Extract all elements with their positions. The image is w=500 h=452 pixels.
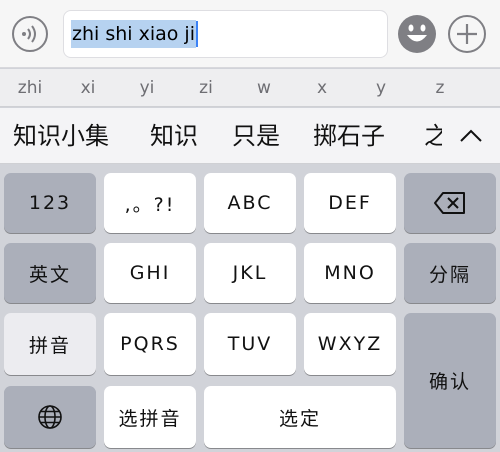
select-pinyin-key-label: 选拼音 <box>118 407 182 430</box>
wxyz-key-label: WXYZ <box>317 333 383 355</box>
numbers-key[interactable]: 123 <box>4 173 96 233</box>
pinyin-option[interactable]: y <box>361 69 401 107</box>
message-input[interactable]: zhi shi xiao ji <box>63 10 388 58</box>
english-key[interactable]: 英文 <box>4 243 96 303</box>
mno-key-label: MNO <box>324 262 376 284</box>
voice-wave-icon <box>22 25 36 43</box>
confirm-key-label: 确认 <box>428 371 471 393</box>
pqrs-key[interactable]: PQRS <box>104 313 196 375</box>
candidate-word[interactable]: 知识小集 <box>13 108 109 163</box>
input-bar: zhi shi xiao ji <box>0 0 500 68</box>
delete-key[interactable] <box>404 173 496 233</box>
pinyin-key-label: 拼音 <box>28 334 71 357</box>
ghi-key[interactable]: GHI <box>104 243 196 303</box>
punctuation-key-label: ,。?! <box>124 193 176 216</box>
chevron-up-icon <box>460 129 482 142</box>
pinyin-option[interactable]: z <box>420 69 460 107</box>
confirm-key[interactable]: 确认 <box>404 313 496 448</box>
candidate-bar: 知识小集 知识 只是 掷石子 之 <box>0 108 500 164</box>
numbers-key-label: 123 <box>28 192 72 214</box>
candidate-word[interactable]: 只是 <box>232 108 280 163</box>
def-key[interactable]: DEF <box>304 173 396 233</box>
pinyin-key[interactable]: 拼音 <box>4 313 96 375</box>
wxyz-key[interactable]: WXYZ <box>304 313 396 375</box>
ghi-key-label: GHI <box>129 262 171 284</box>
pinyin-option[interactable]: zhi <box>10 69 50 107</box>
jkl-key-label: JKL <box>232 262 268 284</box>
english-key-label: 英文 <box>28 263 71 286</box>
backspace-icon <box>434 192 465 214</box>
candidate-word[interactable]: 知识 <box>150 108 198 163</box>
tuv-key-label: TUV <box>227 333 273 355</box>
candidate-word[interactable]: 掷石子 <box>313 108 385 163</box>
plus-icon <box>457 24 477 44</box>
select-pinyin-key[interactable]: 选拼音 <box>104 386 196 448</box>
collapse-candidates-button[interactable] <box>442 108 500 163</box>
pinyin-option[interactable]: w <box>244 69 284 107</box>
tuv-key[interactable]: TUV <box>204 313 296 375</box>
pinyin-option[interactable]: xi <box>68 69 108 107</box>
select-key-label: 选定 <box>278 407 321 430</box>
mno-key[interactable]: MNO <box>304 243 396 303</box>
pinyin-option[interactable]: x <box>302 69 342 107</box>
def-key-label: DEF <box>328 192 372 214</box>
pqrs-key-label: PQRS <box>120 333 180 355</box>
pinyin-option[interactable]: yi <box>127 69 167 107</box>
abc-key[interactable]: ABC <box>204 173 296 233</box>
emoji-button[interactable] <box>398 15 436 53</box>
add-button[interactable] <box>448 15 486 53</box>
globe-icon <box>38 405 62 429</box>
punctuation-key[interactable]: ,。?! <box>104 173 196 233</box>
input-text: zhi shi xiao ji <box>71 20 196 48</box>
separator-key-label: 分隔 <box>428 263 471 286</box>
pinyin-options-row: zhi xi yi zi w x y z <box>0 69 500 107</box>
select-key[interactable]: 选定 <box>204 386 396 448</box>
separator-key[interactable]: 分隔 <box>404 243 496 303</box>
text-caret <box>195 21 198 47</box>
emoji-icon <box>407 24 427 42</box>
voice-input-button[interactable] <box>12 16 48 52</box>
abc-key-label: ABC <box>227 192 273 214</box>
jkl-key[interactable]: JKL <box>204 243 296 303</box>
globe-key[interactable] <box>4 386 96 448</box>
pinyin-option[interactable]: zi <box>186 69 226 107</box>
